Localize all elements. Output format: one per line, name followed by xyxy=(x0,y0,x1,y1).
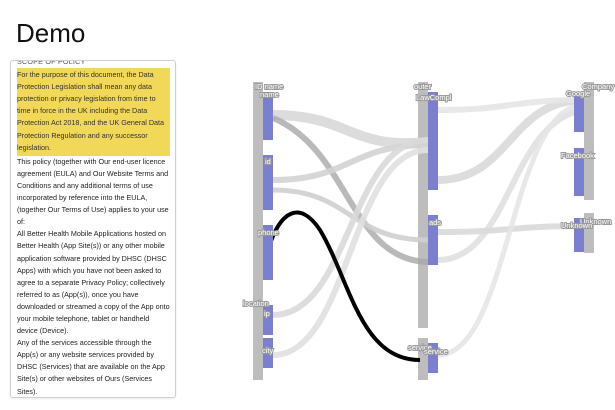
node-label-city: city xyxy=(262,346,274,355)
node-google[interactable] xyxy=(574,92,584,132)
flow-link[interactable] xyxy=(437,107,585,263)
node-label-service: service xyxy=(424,347,448,356)
node-label-ads: ads xyxy=(429,218,441,227)
node-label-lawcompl: LawCompl xyxy=(416,93,452,102)
group-label-outer: outer xyxy=(414,82,432,91)
node-label-unknown: Unknown xyxy=(561,221,592,230)
node-label-name: name xyxy=(260,90,279,99)
column-bar-col2 xyxy=(418,82,428,328)
node-lawcompl[interactable] xyxy=(428,92,438,190)
node-label-google: Google xyxy=(566,89,590,98)
node-label-facebook: Facebook xyxy=(561,151,594,160)
node-name[interactable] xyxy=(263,92,273,140)
node-label-ip: ip xyxy=(264,309,270,318)
data-flow-diagram: ID name name id phone location ip city o… xyxy=(242,81,615,380)
node-label-id: id xyxy=(265,157,271,166)
column-bar-col3 xyxy=(584,82,594,200)
group-label-location: location xyxy=(243,299,269,308)
flow-link[interactable] xyxy=(272,142,429,183)
node-label-phone: phone xyxy=(258,228,279,237)
flow-link[interactable] xyxy=(272,137,429,318)
